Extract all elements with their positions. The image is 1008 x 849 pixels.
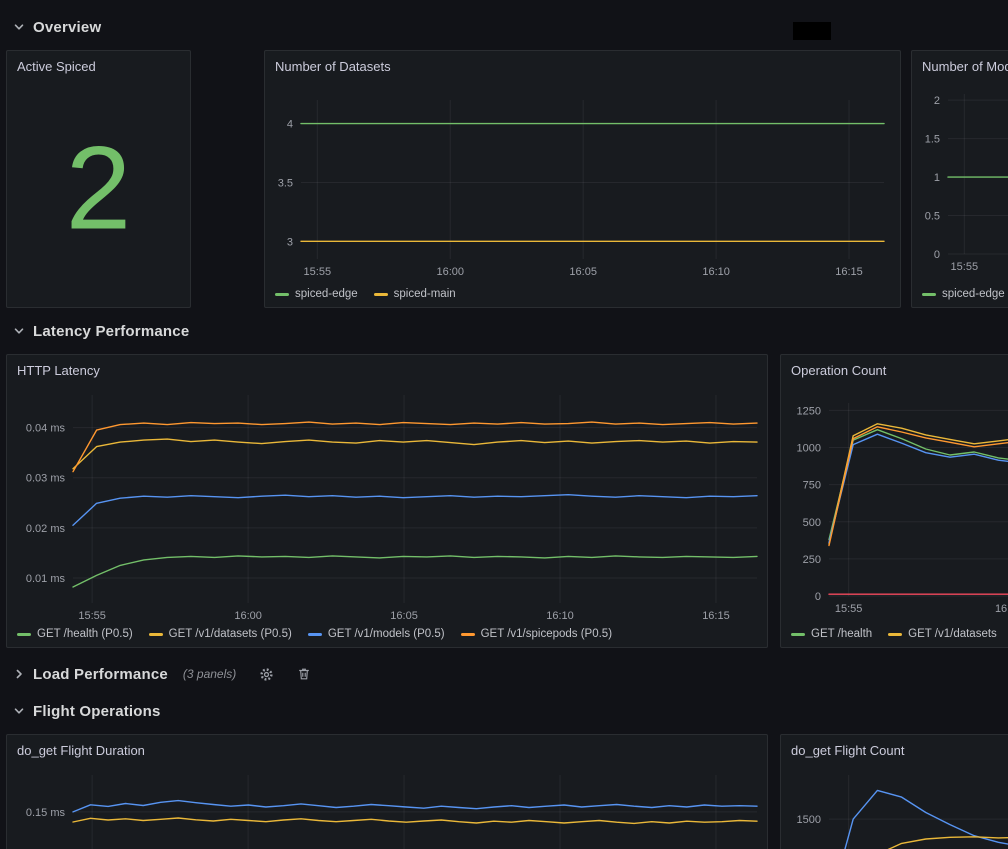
svg-text:3: 3 <box>287 236 293 248</box>
http-latency-chart[interactable]: 15:55 16:00 16:05 16:10 16:15 0.01 ms 0.02 ms 0… <box>7 393 769 643</box>
chevron-down-icon <box>12 324 26 338</box>
do-get-flight-count-chart[interactable]: 15:5516:0016:0516:1016:1515001000 <box>781 773 1008 849</box>
panel-title-operation-count[interactable]: Operation Count <box>791 363 886 378</box>
chart-legend: GET /healthGET /v1/datasetsGET /v1/model… <box>791 628 1008 640</box>
svg-text:0.15 ms: 0.15 ms <box>26 807 66 819</box>
svg-text:250: 250 <box>803 554 821 566</box>
svg-text:0.5: 0.5 <box>925 211 940 223</box>
svg-text:15:55: 15:55 <box>835 603 863 615</box>
do-get-flight-duration-chart[interactable]: 15:5516:0016:0516:1016:150.15 ms <box>7 773 769 849</box>
panel-title-number-of-datasets[interactable]: Number of Datasets <box>275 59 391 74</box>
operation-count-chart[interactable]: 15:5516:0016:0516:1016:15025050075010001… <box>781 393 1008 643</box>
stat-value-active-spiced: 2 <box>66 130 132 248</box>
section-header-overview[interactable]: Overview <box>12 16 101 38</box>
chart-legend: GET /health (P0.5) GET /v1/datasets (P0.5… <box>17 628 612 640</box>
svg-text:16:05: 16:05 <box>569 266 597 278</box>
section-header-load-performance[interactable]: Load Performance (3 panels) <box>12 663 311 685</box>
dark-overlay-artifact <box>793 22 831 40</box>
section-title-latency-performance: Latency Performance <box>33 323 189 340</box>
section-title-overview: Overview <box>33 19 101 36</box>
panel-title-do-get-flight-duration[interactable]: do_get Flight Duration <box>17 743 145 758</box>
svg-text:1250: 1250 <box>797 405 821 417</box>
svg-text:16:00: 16:00 <box>234 610 262 622</box>
legend-item[interactable]: spiced-edge <box>922 288 1005 300</box>
legend-item[interactable]: GET /v1/models (P0.5) <box>308 628 445 640</box>
chevron-right-icon <box>12 667 26 681</box>
section-header-flight-operations[interactable]: Flight Operations <box>12 700 161 722</box>
number-of-datasets-chart[interactable]: 15:55 16:00 16:05 16:10 16:15 3 3.5 4 <box>265 89 902 309</box>
legend-item[interactable]: GET /v1/datasets <box>888 628 997 640</box>
svg-text:16:10: 16:10 <box>546 610 574 622</box>
svg-text:1000: 1000 <box>797 443 821 455</box>
section-delete-button[interactable] <box>297 667 311 681</box>
svg-text:16:15: 16:15 <box>702 610 730 622</box>
legend-item[interactable]: GET /v1/spicepods (P0.5) <box>461 628 612 640</box>
svg-text:0: 0 <box>815 591 821 603</box>
legend-item[interactable]: spiced-edge <box>275 288 358 300</box>
svg-text:0.03 ms: 0.03 ms <box>26 473 66 485</box>
legend-item[interactable]: GET /health <box>791 628 872 640</box>
panel-title-do-get-flight-count[interactable]: do_get Flight Count <box>791 743 904 758</box>
section-panel-count: (3 panels) <box>183 667 236 681</box>
svg-text:16:05: 16:05 <box>390 610 418 622</box>
svg-text:16:15: 16:15 <box>835 266 863 278</box>
svg-text:1.5: 1.5 <box>925 134 940 146</box>
svg-text:2: 2 <box>934 95 940 107</box>
svg-text:15:55: 15:55 <box>304 266 332 278</box>
panel-operation-count: Operation Count 15:5516:0016:0516:1016:1… <box>780 354 1008 648</box>
panel-title-http-latency[interactable]: HTTP Latency <box>17 363 100 378</box>
legend-item[interactable]: spiced-main <box>374 288 456 300</box>
svg-text:0.02 ms: 0.02 ms <box>26 523 66 535</box>
gear-icon <box>259 667 274 682</box>
svg-text:0: 0 <box>934 249 940 261</box>
section-title-flight-operations: Flight Operations <box>33 703 161 720</box>
panel-active-spiced: Active Spiced 2 <box>6 50 191 308</box>
svg-text:16:00: 16:00 <box>995 603 1008 615</box>
number-of-models-chart[interactable]: 15:5516:0016:0516:1016:1500.511.52 <box>912 89 1008 309</box>
svg-text:15:55: 15:55 <box>951 261 979 273</box>
svg-text:4: 4 <box>287 119 293 131</box>
panel-number-of-datasets: Number of Datasets 15:5516:0016:0516:101… <box>264 50 901 308</box>
dashboard: Overview Active Spiced 2 Number of Datas… <box>0 0 1008 849</box>
svg-text:750: 750 <box>803 480 821 492</box>
panel-number-of-models: Number of Models 15:5516:0016:0516:1016:… <box>911 50 1008 308</box>
panel-http-latency: HTTP Latency 15:55 16:00 16:05 16:10 16:15 0.… <box>6 354 768 648</box>
legend-item[interactable]: GET /v1/datasets (P0.5) <box>149 628 292 640</box>
panel-do-get-flight-count: do_get Flight Count 15:5516:0016:0516:10… <box>780 734 1008 849</box>
svg-text:0.04 ms: 0.04 ms <box>26 423 66 435</box>
section-settings-button[interactable] <box>259 667 274 682</box>
chevron-down-icon <box>12 704 26 718</box>
svg-text:500: 500 <box>803 517 821 529</box>
section-header-latency-performance[interactable]: Latency Performance <box>12 320 189 342</box>
chart-legend: spiced-edge <box>922 288 1005 300</box>
svg-text:15:55: 15:55 <box>78 610 106 622</box>
trash-icon <box>297 667 311 681</box>
panel-do-get-flight-duration: do_get Flight Duration 15:5516:0016:0516… <box>6 734 768 849</box>
panel-title-number-of-models[interactable]: Number of Models <box>922 59 1008 74</box>
chevron-down-icon <box>12 20 26 34</box>
svg-text:3.5: 3.5 <box>278 177 293 189</box>
svg-text:0.01 ms: 0.01 ms <box>26 573 66 585</box>
svg-text:16:00: 16:00 <box>436 266 464 278</box>
chart-legend: spiced-edge spiced-main <box>275 288 456 300</box>
svg-text:1500: 1500 <box>797 814 821 826</box>
panel-title-active-spiced[interactable]: Active Spiced <box>17 59 96 74</box>
svg-text:1: 1 <box>934 172 940 184</box>
legend-item[interactable]: GET /health (P0.5) <box>17 628 133 640</box>
section-title-load-performance: Load Performance <box>33 666 168 683</box>
svg-text:16:10: 16:10 <box>702 266 730 278</box>
